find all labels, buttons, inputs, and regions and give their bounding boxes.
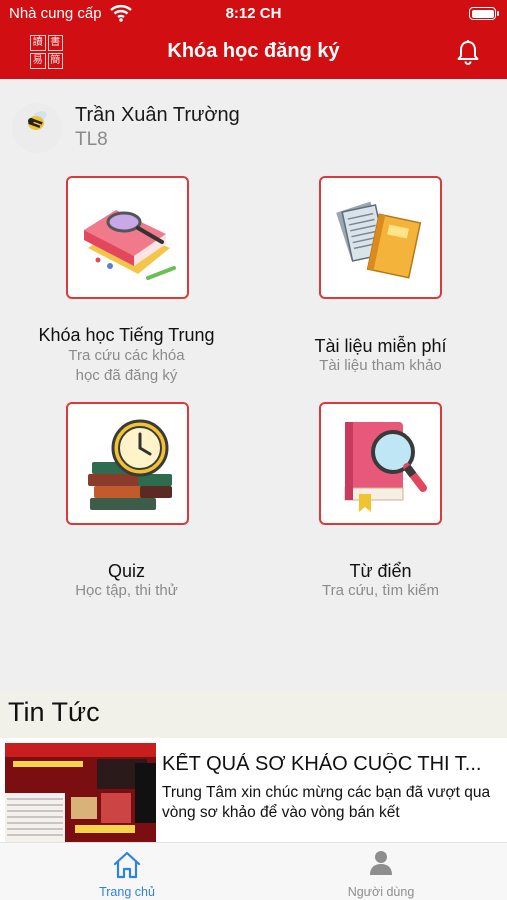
courses-subtitle: Tra cứu các khóa học đã đăng ký (68, 347, 185, 384)
books-clock-icon (88, 419, 172, 510)
news-headline[interactable]: KẾT QUẢ SƠ KHẢO CUỘC THI T... (162, 753, 498, 776)
courses-tile[interactable] (66, 176, 189, 299)
documents-tile[interactable] (319, 176, 442, 299)
documents-icon (336, 201, 422, 279)
avatar[interactable] (12, 103, 62, 153)
books-magnifier-icon (84, 210, 176, 280)
status-time: 8:12 CH (225, 5, 282, 22)
page-title: Khóa học đăng ký (167, 40, 340, 62)
courses-title: Khóa học Tiếng Trung (38, 325, 215, 345)
bell-icon[interactable] (456, 39, 480, 65)
tab-home[interactable]: Trang chủ (0, 843, 254, 900)
tab-user-label: Người dùng (347, 885, 415, 899)
dictionary-subtitle: Tra cứu, tìm kiếm (322, 582, 439, 599)
news-poster-image (5, 743, 156, 842)
app-header: Nhà cung cấp 8:12 CH 讀 書 易 簡 Khóa học đă… (0, 0, 507, 79)
status-bar: Nhà cung cấp 8:12 CH (0, 0, 507, 28)
user-icon (370, 851, 392, 875)
documents-subtitle: Tài liệu tham khảo (319, 357, 442, 374)
user-code: TL8 (75, 129, 108, 150)
dictionary-title: Từ điển (349, 561, 412, 581)
tab-bar: Trang chủ Người dùng (0, 842, 507, 900)
tab-user[interactable]: Người dùng (254, 843, 507, 900)
quiz-tile[interactable] (66, 402, 189, 525)
quiz-title: Quiz (107, 561, 145, 581)
tab-home-label: Trang chủ (99, 885, 155, 899)
dictionary-tile[interactable] (319, 402, 442, 525)
user-name: Trần Xuân Trường (75, 104, 240, 126)
bee-avatar-icon (12, 103, 62, 153)
news-summary: Trung Tâm xin chúc mừng các bạn đã vượt … (162, 784, 491, 821)
home-icon (113, 851, 141, 879)
quiz-subtitle: Học tập, thi thử (75, 582, 178, 599)
book-search-icon (344, 422, 427, 512)
documents-title: Tài liệu miễn phí (314, 336, 447, 356)
battery-icon (469, 7, 499, 20)
news-section-title: Tin Tức (8, 697, 100, 727)
news-thumbnail[interactable] (5, 743, 156, 842)
